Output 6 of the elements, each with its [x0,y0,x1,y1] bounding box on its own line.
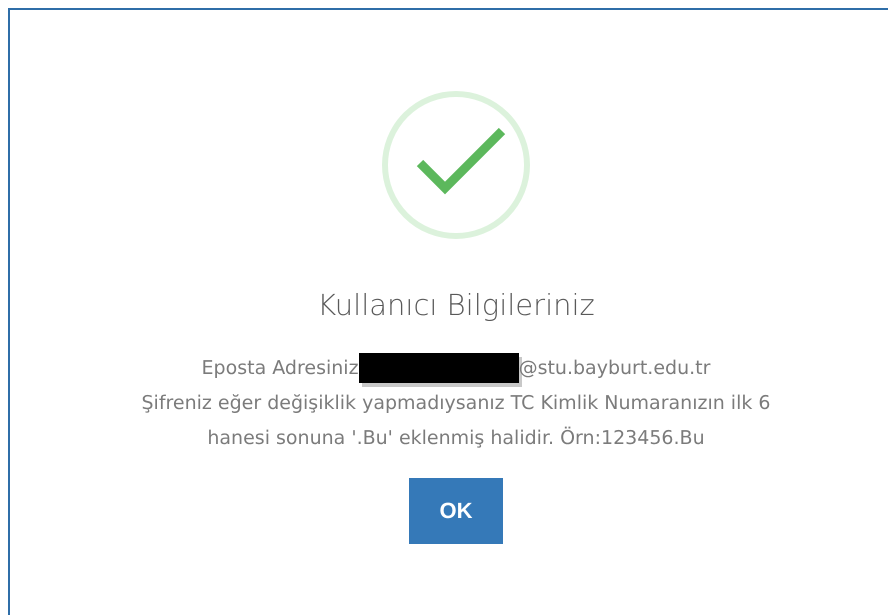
ok-button[interactable]: OK [409,478,503,544]
email-label: Eposta Adresiniz [202,356,359,381]
email-domain: @stu.bayburt.edu.tr [518,356,710,381]
password-info-text: Şifreniz eğer değişiklik yapmadıysanız TC Kimlik Numaranızın ilk 6 hanesi sonuna '.Bu' eklenmiş halidir. Örn:123456.Bu [140,391,772,451]
dialog-title: Kullanıcı Bilgileriniz [317,288,595,322]
success-check-icon [381,90,531,240]
